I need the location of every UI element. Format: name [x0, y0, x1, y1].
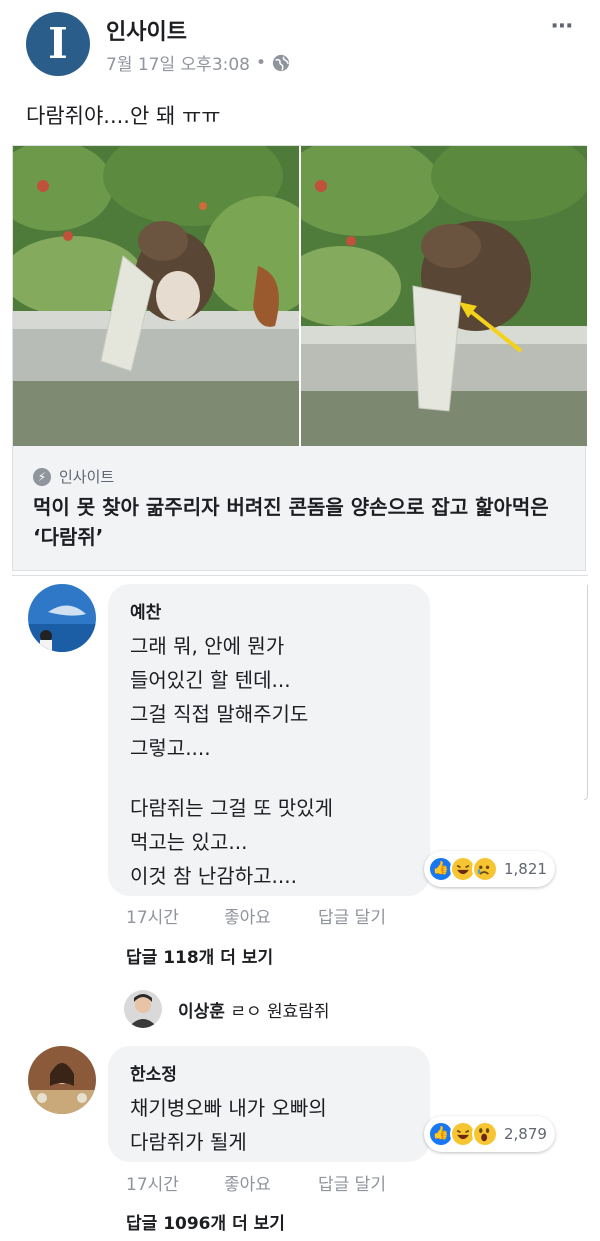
avatar[interactable]	[124, 990, 162, 1028]
comment-text: 그걸 직접 말해주기도	[130, 702, 309, 726]
post-meta: 7월 17일 오후3:08 •	[106, 50, 290, 75]
reply-button[interactable]: 답글 달기	[318, 903, 386, 928]
wow-icon	[472, 1121, 498, 1147]
link-source: ⚡ 인사이트	[33, 466, 114, 487]
comment-author[interactable]: 한소정	[130, 1060, 177, 1085]
comment-text: 그렇고....	[130, 736, 211, 760]
globe-icon[interactable]	[272, 54, 290, 72]
squirrel-photo-right	[301, 146, 587, 446]
divider	[12, 575, 588, 576]
reaction-count: 2,879	[504, 1125, 547, 1143]
reply-button[interactable]: 답글 달기	[318, 1170, 386, 1195]
comment-text: 채기병오빠 내가 오빠의	[130, 1096, 327, 1120]
page-name[interactable]: 인사이트	[106, 14, 187, 46]
comment-actions: 17시간 좋아요 답글 달기	[0, 903, 600, 928]
more-replies-link[interactable]: 답글 118개 더 보기	[126, 943, 273, 968]
reactions-summary[interactable]: 👍 2,879	[424, 1116, 555, 1152]
comment-text: 다람쥐는 그걸 또 맛있게	[130, 796, 334, 820]
page-logo[interactable]: I	[26, 12, 90, 76]
instant-article-icon: ⚡	[33, 467, 51, 486]
comment-bubble: 한소정 채기병오빠 내가 오빠의 다람쥐가 될게	[108, 1046, 430, 1162]
more-options-icon[interactable]: ⋯	[551, 14, 574, 39]
comment-text: 다람쥐가 될게	[130, 1130, 247, 1154]
sad-icon	[472, 856, 498, 882]
link-card-meta: ⚡ 인사이트 먹이 못 찾아 굶주리자 버려진 콘돔을 양손으로 잡고 핥아먹은…	[13, 446, 585, 570]
link-title[interactable]: 먹이 못 찾아 굶주리자 버려진 콘돔을 양손으로 잡고 핥아먹은 ‘다람쥐’	[33, 492, 573, 552]
squirrel-photo-left	[13, 146, 299, 446]
avatar[interactable]	[28, 1046, 96, 1114]
avatar[interactable]	[28, 584, 96, 652]
like-button[interactable]: 좋아요	[224, 1170, 271, 1195]
comment-author[interactable]: 예찬	[130, 598, 161, 623]
link-source-name: 인사이트	[59, 468, 115, 486]
scrollbar-edge	[584, 585, 588, 800]
like-button[interactable]: 좋아요	[224, 903, 271, 928]
post-header: I 인사이트 7월 17일 오후3:08 • ⋯	[0, 0, 600, 90]
link-preview-card[interactable]: ⚡ 인사이트 먹이 못 찾아 굶주리자 버려진 콘돔을 양손으로 잡고 핥아먹은…	[12, 145, 587, 571]
meta-separator: •	[256, 52, 267, 73]
comment-text: 먹고는 있고...	[130, 830, 248, 854]
comment-time[interactable]: 17시간	[126, 1170, 179, 1195]
more-replies-link[interactable]: 답글 1096개 더 보기	[126, 1209, 285, 1234]
reaction-count: 1,821	[504, 860, 547, 878]
reply-text: ㄹㅇ 원효람쥐	[230, 1002, 330, 1022]
post-text: 다람쥐야....안 돼 ㅠㅠ	[26, 104, 221, 128]
reply-preview[interactable]: 이상훈 ㄹㅇ 원효람쥐	[178, 997, 330, 1022]
comment-text: 이것 참 난감하고....	[130, 864, 297, 888]
comment-text: 들어있긴 할 텐데...	[130, 668, 291, 692]
comment-actions: 17시간 좋아요 답글 달기	[0, 1170, 600, 1195]
reactions-summary[interactable]: 👍 1,821	[424, 851, 555, 887]
comment-text: 그래 뭐, 안에 뭔가	[130, 634, 285, 658]
comment-time[interactable]: 17시간	[126, 903, 179, 928]
post-timestamp[interactable]: 7월 17일 오후3:08	[106, 50, 250, 75]
reply-author[interactable]: 이상훈	[178, 1002, 225, 1022]
comment-bubble: 예찬 그래 뭐, 안에 뭔가 들어있긴 할 텐데... 그걸 직접 말해주기도 …	[108, 584, 430, 896]
